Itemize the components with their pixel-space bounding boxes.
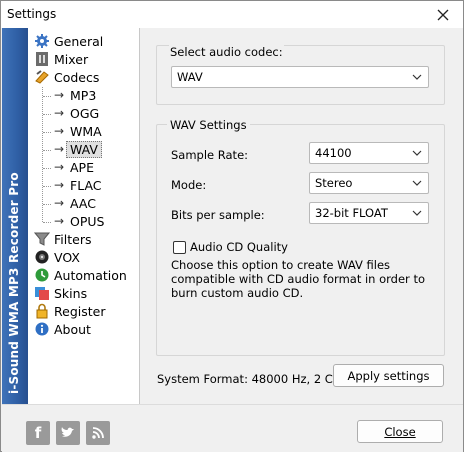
nav-item-wav[interactable]: → WAV [54, 140, 102, 158]
mode-select[interactable]: Stereo [309, 172, 429, 194]
apply-settings-button[interactable]: Apply settings [333, 364, 444, 387]
nav-label-wav: WAV [66, 140, 102, 158]
filter-icon [33, 231, 50, 247]
arrow-right-icon: → [54, 214, 65, 228]
chevron-down-icon [412, 177, 422, 189]
codec-group: Select audio codec: WAV [156, 45, 445, 105]
chevron-down-icon [412, 207, 422, 219]
arrow-right-icon: → [54, 160, 65, 174]
nav-label-ape: APE [70, 159, 94, 175]
nav-label-flac: FLAC [70, 177, 102, 193]
nav-label-codecs: Codecs [54, 69, 100, 85]
chevron-down-icon [412, 71, 422, 83]
nav-item-about[interactable]: About [33, 320, 91, 338]
nav-item-wma[interactable]: → WMA [54, 122, 102, 140]
nav-item-opus[interactable]: → OPUS [54, 212, 104, 230]
settings-window: Settings i-Sound WMA MP3 Recorder Pro Ge… [0, 0, 464, 452]
nav-item-mixer[interactable]: Mixer [33, 50, 88, 68]
nav-label-ogg: OGG [70, 105, 100, 121]
chevron-down-icon [412, 147, 422, 159]
tree-line [42, 87, 43, 222]
nav-item-flac[interactable]: → FLAC [54, 176, 102, 194]
nav-label-wma: WMA [70, 123, 102, 139]
nav-item-automation[interactable]: Automation [33, 266, 127, 284]
nav-item-general[interactable]: General [33, 32, 103, 50]
nav-label-automation: Automation [54, 267, 127, 283]
automation-icon [33, 267, 50, 283]
close-button[interactable]: Close [357, 420, 443, 443]
system-format-text: System Format: 48000 Hz, 2 Ch [157, 372, 341, 386]
bits-per-sample-value: 32-bit FLOAT [315, 206, 388, 220]
codec-select-value: WAV [177, 70, 203, 84]
mode-label: Mode: [171, 178, 207, 192]
codecs-icon [33, 69, 50, 85]
tree-branch [43, 114, 51, 115]
bits-per-sample-label: Bits per sample: [171, 208, 265, 222]
nav-label-filters: Filters [54, 231, 92, 247]
rss-icon[interactable] [86, 421, 110, 445]
lock-icon [33, 303, 50, 319]
nav-label-opus: OPUS [70, 213, 105, 229]
codec-select[interactable]: WAV [171, 66, 429, 88]
wav-settings-group: WAV Settings Sample Rate: 44100 Mode: St… [156, 118, 445, 356]
window-title: Settings [7, 7, 57, 21]
sample-rate-label: Sample Rate: [171, 148, 249, 162]
title-bar: Settings [1, 1, 463, 28]
nav-label-register: Register [54, 303, 106, 319]
audio-cd-quality-label[interactable]: Audio CD Quality [190, 240, 288, 254]
bits-per-sample-select[interactable]: 32-bit FLOAT [309, 202, 429, 224]
arrow-right-icon: → [54, 88, 65, 102]
close-icon[interactable] [423, 1, 463, 28]
nav-item-vox[interactable]: VOX [33, 248, 80, 266]
nav-item-ogg[interactable]: → OGG [54, 104, 99, 122]
audio-cd-quality-checkbox[interactable] [173, 241, 186, 254]
close-button-label: Close [384, 424, 416, 439]
footer-bar: f Close [2, 404, 463, 452]
tree-branch [43, 186, 51, 187]
nav-item-aac[interactable]: → AAC [54, 194, 96, 212]
facebook-icon[interactable]: f [26, 421, 50, 445]
settings-panel: Select audio codec: WAV WAV Settings Sam… [141, 28, 463, 404]
wav-settings-title: WAV Settings [167, 118, 250, 132]
sample-rate-select[interactable]: 44100 [309, 142, 429, 164]
nav-item-codecs[interactable]: Codecs [33, 68, 99, 86]
nav-label-mp3: MP3 [70, 87, 97, 103]
nav-item-ape[interactable]: → APE [54, 158, 94, 176]
codec-select-label: Select audio codec: [169, 45, 284, 59]
settings-nav: General Mixer Codecs → MP3 → OGG → WMA → [28, 28, 140, 404]
nav-label-mixer: Mixer [54, 51, 89, 67]
nav-label-skins: Skins [54, 285, 88, 301]
sample-rate-value: 44100 [315, 146, 352, 160]
twitter-icon[interactable] [56, 421, 80, 445]
nav-label-general: General [54, 33, 104, 49]
tree-branch [43, 132, 51, 133]
tree-branch [43, 222, 51, 223]
cd-quality-description: Choose this option to create WAV files c… [171, 258, 425, 300]
app-banner: i-Sound WMA MP3 Recorder Pro [2, 28, 28, 404]
arrow-right-icon: → [54, 178, 65, 192]
banner-text: i-Sound WMA MP3 Recorder Pro [7, 172, 21, 394]
vox-icon [33, 249, 50, 265]
tree-branch [43, 96, 51, 97]
nav-item-mp3[interactable]: → MP3 [54, 86, 96, 104]
tree-branch [43, 150, 51, 151]
tree-branch [43, 204, 51, 205]
nav-label-vox: VOX [54, 249, 80, 265]
nav-label-aac: AAC [70, 195, 96, 211]
nav-item-skins[interactable]: Skins [33, 284, 87, 302]
gear-icon [33, 33, 50, 49]
nav-label-about: About [54, 321, 91, 337]
skins-icon [33, 285, 50, 301]
nav-item-filters[interactable]: Filters [33, 230, 91, 248]
tree-branch [43, 168, 51, 169]
arrow-right-icon: → [54, 196, 65, 210]
mode-value: Stereo [315, 176, 353, 190]
arrow-right-icon: → [54, 124, 65, 138]
arrow-right-icon: → [54, 106, 65, 120]
info-icon [33, 321, 50, 337]
mixer-icon [33, 51, 50, 67]
nav-item-register[interactable]: Register [33, 302, 105, 320]
